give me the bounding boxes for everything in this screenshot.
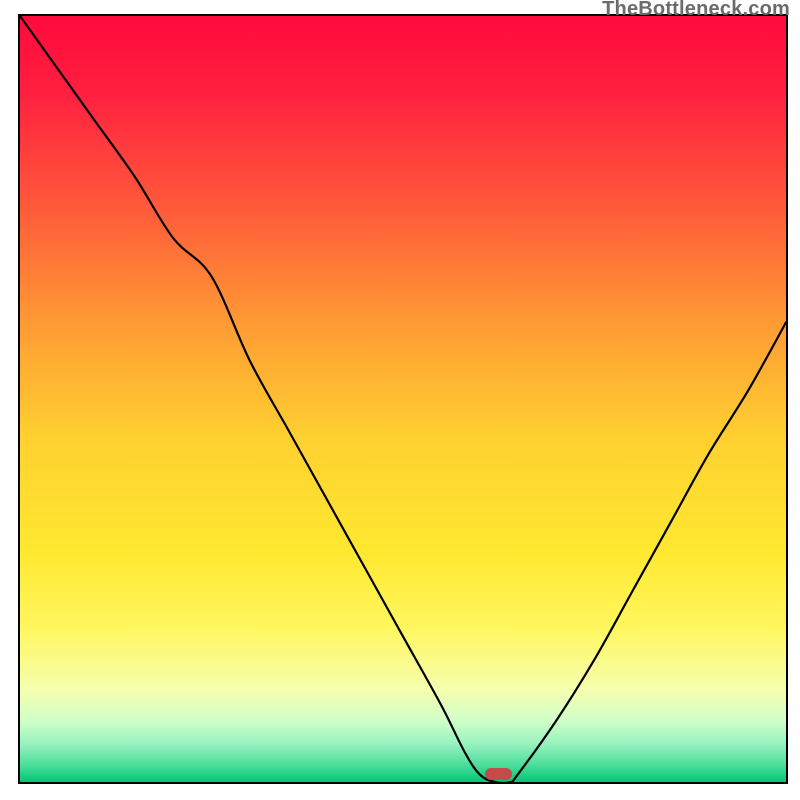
chart-line-layer [20, 16, 786, 782]
series-curve [20, 16, 786, 782]
chart-plot [18, 14, 788, 784]
bottleneck-marker [485, 768, 512, 780]
